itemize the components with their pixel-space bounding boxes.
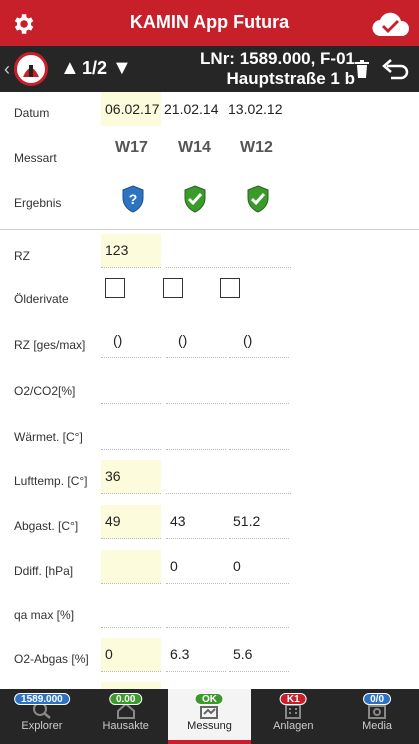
row-rz: RZ 123 <box>0 234 419 279</box>
tab-label: Hausakte <box>102 720 149 732</box>
o2co2-input-2[interactable] <box>166 370 226 404</box>
waermet-input-2[interactable] <box>166 416 226 450</box>
page-indicator: 1/2 <box>82 58 108 78</box>
tab-explorer[interactable]: 1589.000 Explorer <box>0 689 84 744</box>
record-bar: ‹ ▲ 1/2 ▼ LNr: 1589.000, F-01 Hauptstraß… <box>0 46 419 92</box>
waermet-input-3[interactable] <box>229 416 289 450</box>
abgast-input-3[interactable]: 51.2 <box>229 505 289 539</box>
tab-label: Anlagen <box>273 720 314 732</box>
o2co2-input-1[interactable] <box>101 370 161 404</box>
label-ergebnis: Ergebnis <box>14 196 62 210</box>
tab-hausakte[interactable]: 0.00 Hausakte <box>84 689 168 744</box>
row-waermet: Wärmet. [C°] <box>0 416 419 461</box>
rz-ges-1[interactable]: () <box>101 324 161 358</box>
lufttemp-input-1[interactable]: 36 <box>101 460 161 494</box>
date-col-1[interactable]: 06.02.17 <box>101 92 161 126</box>
row-ddiff: Ddiff. [hPa] 0 0 <box>0 550 419 595</box>
rz-input-1[interactable]: 123 <box>101 234 161 268</box>
svg-text:?: ? <box>129 191 138 207</box>
row-abgast: Abgast. [C°] 49 43 51.2 <box>0 505 419 550</box>
rz-ges-2[interactable]: () <box>166 324 226 358</box>
result-ok-shield-icon <box>184 185 206 213</box>
record-info: LNr: 1589.000, F-01 Hauptstraße 1 b <box>200 49 355 89</box>
label-datum: Datum <box>14 106 50 120</box>
trash-icon[interactable] <box>355 60 369 78</box>
oelderivate-checkbox-3[interactable] <box>220 278 240 298</box>
tab-label: Explorer <box>21 720 63 732</box>
messart-col-2: W14 <box>178 139 211 156</box>
o2abgas-input-1[interactable]: 0 <box>101 638 161 672</box>
tab-media[interactable]: 0/0 Media <box>335 689 419 744</box>
row-o2co2: O2/CO2[%] <box>0 370 419 415</box>
label-waermet: Wärmet. [C°] <box>14 430 83 444</box>
label-abgast: Abgast. [C°] <box>14 519 79 533</box>
row-qamax: qa max [%] <box>0 594 419 639</box>
qamax-input-3[interactable] <box>229 594 289 628</box>
anlagen-badge: K1 <box>279 693 307 705</box>
row-messart: Messart W17 W14 W12 <box>0 137 419 182</box>
next-row-highlight <box>101 682 161 689</box>
undo-icon[interactable] <box>381 58 411 80</box>
rz-input-2[interactable] <box>166 234 291 268</box>
result-ok-shield-icon <box>247 185 269 213</box>
lufttemp-input-2[interactable] <box>166 460 291 494</box>
waermet-input-1[interactable] <box>101 416 161 450</box>
row-lufttemp: Lufttemp. [C°] 36 <box>0 460 419 505</box>
o2co2-input-3[interactable] <box>229 370 289 404</box>
o2abgas-input-2[interactable]: 6.3 <box>166 638 226 672</box>
label-oelderivate: Ölderivate <box>14 292 69 306</box>
label-lufttemp: Lufttemp. [C°] <box>14 474 88 488</box>
hausakte-badge: 0.00 <box>108 693 143 705</box>
messart-col-3: W12 <box>240 139 273 156</box>
ddiff-input-2[interactable]: 0 <box>166 550 226 584</box>
rz-ges-3[interactable]: () <box>229 324 289 358</box>
label-rz: RZ <box>14 249 30 263</box>
previous-record-button[interactable]: ▲ <box>60 57 80 80</box>
label-o2co2: O2/CO2[%] <box>14 384 76 398</box>
label-rz-ges: RZ [ges/max] <box>14 338 86 352</box>
date-col-2: 21.02.14 <box>164 101 219 117</box>
ddiff-input-1[interactable] <box>101 550 161 584</box>
tab-messung[interactable]: OK Messung <box>167 689 252 744</box>
record-number: LNr: 1589.000, F-01 <box>200 49 355 68</box>
measurement-table: Datum 06.02.17 21.02.14 13.02.12 Messart… <box>0 92 419 689</box>
row-ergebnis: Ergebnis ? <box>0 182 419 227</box>
bottom-tab-bar: 1589.000 Explorer 0.00 Hausakte OK Messu… <box>0 689 419 744</box>
qamax-input-1[interactable] <box>101 594 161 628</box>
explorer-badge: 1589.000 <box>14 693 70 705</box>
brand-logo <box>14 52 48 86</box>
oelderivate-checkbox-1[interactable] <box>105 278 125 298</box>
app-title: KAMIN App Futura <box>129 12 290 32</box>
collapse-chevron-icon[interactable]: ‹ <box>4 59 10 80</box>
app-header: KAMIN App Futura <box>0 0 419 46</box>
next-record-button[interactable]: ▼ <box>112 57 132 80</box>
messung-badge: OK <box>194 693 224 705</box>
tab-label: Messung <box>187 720 232 732</box>
row-o2abgas: O2-Abgas [%] 0 6.3 5.6 <box>0 638 419 683</box>
row-rz-ges: RZ [ges/max] () () () <box>0 324 419 369</box>
row-datum: Datum 06.02.17 21.02.14 13.02.12 <box>0 92 419 137</box>
date-col-3: 13.02.12 <box>228 101 283 117</box>
cloud-check-icon[interactable] <box>371 10 411 38</box>
tab-label: Media <box>362 720 393 732</box>
abgast-input-2[interactable]: 43 <box>166 505 226 539</box>
row-oelderivate: Ölderivate <box>0 278 419 323</box>
label-qamax: qa max [%] <box>14 608 75 622</box>
qamax-input-2[interactable] <box>166 594 226 628</box>
messart-col-1: W17 <box>115 139 148 156</box>
o2abgas-input-3[interactable]: 5.6 <box>229 638 289 672</box>
oelderivate-checkbox-2[interactable] <box>163 278 183 298</box>
label-messart: Messart <box>14 151 57 165</box>
media-badge: 0/0 <box>363 693 392 705</box>
ddiff-input-3[interactable]: 0 <box>229 550 289 584</box>
chimney-sweep-icon <box>23 65 39 77</box>
section-divider <box>0 229 419 230</box>
record-address: Hauptstraße 1 b <box>226 69 355 88</box>
result-question-shield-icon: ? <box>122 185 144 213</box>
label-o2abgas: O2-Abgas [%] <box>14 652 89 666</box>
tab-anlagen[interactable]: K1 Anlagen <box>251 689 335 744</box>
abgast-input-1[interactable]: 49 <box>101 505 161 539</box>
label-ddiff: Ddiff. [hPa] <box>14 564 74 578</box>
